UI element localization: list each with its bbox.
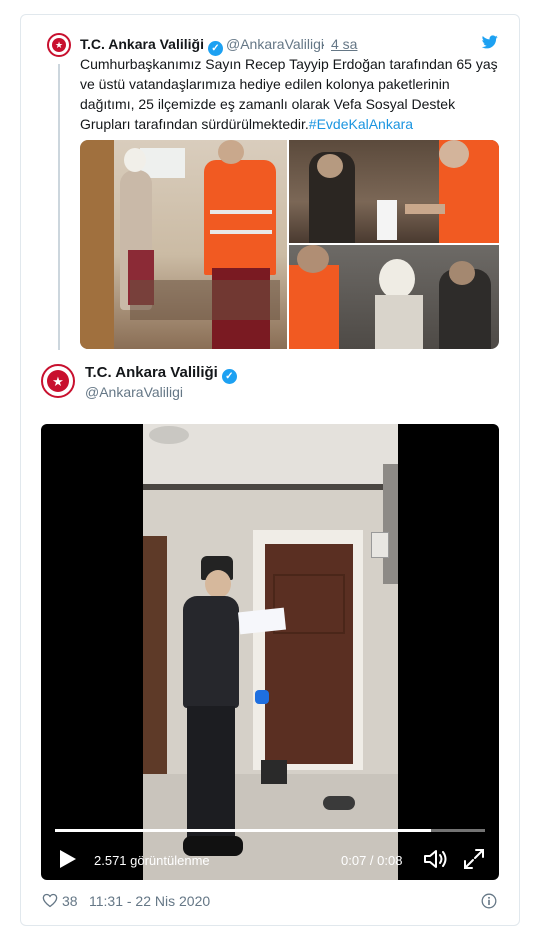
video-progress-bar[interactable]	[55, 829, 485, 832]
video-player[interactable]: 2.571 görüntülenme 0:07 / 0:08	[41, 424, 499, 880]
video-time: 0:07 / 0:08	[341, 853, 403, 868]
photo-grid[interactable]	[80, 140, 499, 349]
like-count[interactable]: 38	[62, 893, 78, 909]
fullscreen-icon[interactable]	[463, 848, 485, 870]
thread-line	[58, 64, 60, 350]
verified-badge-icon: ✓	[221, 369, 237, 384]
author-name[interactable]: T.C. Ankara Valiliği ✓	[85, 364, 237, 384]
video-frame	[143, 424, 398, 880]
photo-3[interactable]	[289, 245, 499, 349]
author-name-text[interactable]: T.C. Ankara Valiliği	[85, 364, 218, 381]
twitter-bird-icon[interactable]	[482, 35, 498, 49]
photo-2[interactable]	[289, 140, 499, 243]
hashtag-link[interactable]: #EvdeKalAnkara	[309, 116, 413, 132]
separator-dot: ·	[321, 36, 326, 52]
quoted-author-handle[interactable]: @AnkaraValiligi	[226, 36, 324, 52]
author-handle[interactable]: @AnkaraValiligi	[85, 384, 183, 400]
quoted-author-name-text[interactable]: T.C. Ankara Valiliği	[80, 36, 204, 52]
author-avatar[interactable]: ★	[41, 364, 75, 398]
quoted-author-name[interactable]: T.C. Ankara Valiliği ✓	[80, 36, 223, 56]
governorship-seal-icon: ★	[47, 370, 69, 392]
governorship-seal-icon: ★	[52, 38, 66, 52]
play-icon[interactable]	[56, 848, 78, 870]
tweet-timestamp[interactable]: 11:31 - 22 Nis 2020	[89, 893, 210, 909]
info-icon[interactable]	[481, 893, 497, 909]
heart-icon[interactable]	[42, 893, 58, 908]
quoted-avatar[interactable]: ★	[47, 33, 71, 57]
view-count: 2.571 görüntülenme	[94, 853, 210, 868]
volume-icon[interactable]	[423, 848, 449, 870]
photo-1[interactable]	[80, 140, 287, 349]
quoted-tweet-time[interactable]: 4 sa	[331, 36, 357, 52]
video-progress-fill	[55, 829, 432, 832]
quoted-tweet-body: Cumhurbaşkanımız Sayın Recep Tayyip Erdo…	[80, 56, 498, 132]
quoted-tweet-text: Cumhurbaşkanımız Sayın Recep Tayyip Erdo…	[80, 54, 504, 134]
